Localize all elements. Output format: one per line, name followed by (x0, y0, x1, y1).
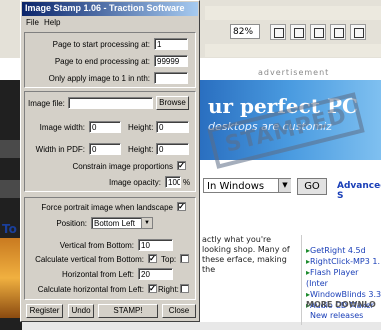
chevron-down-icon[interactable]: ▼ (141, 218, 152, 228)
opacity-unit: % (183, 178, 191, 187)
page-icon[interactable] (330, 24, 346, 40)
title-bar[interactable]: Image Stamp 1.06 - Traction Software (22, 2, 198, 16)
vertical-input[interactable]: 10 (138, 239, 173, 251)
image-file-input[interactable] (68, 97, 153, 109)
image-stamp-dialog: Image Stamp 1.06 - Traction Software Fil… (20, 0, 200, 322)
horizontal-label: Horizontal from Left: (61, 270, 134, 279)
toolbar-row (205, 44, 381, 57)
pdf-height-input[interactable]: 0 (156, 143, 189, 155)
nth-input[interactable] (154, 72, 188, 84)
image-file-label: Image file: (28, 99, 65, 108)
page-icon[interactable] (270, 24, 286, 40)
opacity-label: Image opacity: (108, 178, 161, 187)
position-value: Bottom Left (94, 219, 135, 228)
image-height-input[interactable]: 0 (156, 121, 189, 133)
constrain-label: Constrain image proportions (72, 162, 174, 171)
start-label: Page to start processing at: (52, 40, 150, 49)
zoom-field[interactable]: 82% (230, 24, 260, 39)
article-text: actly what you're looking shop. Many of … (202, 235, 290, 274)
page-icon[interactable] (350, 24, 366, 40)
end-label: Page to end processing at: (54, 57, 150, 66)
stamp-button[interactable]: STAMP! (98, 304, 158, 318)
opacity-input[interactable]: 100 (165, 176, 181, 188)
image-width-label: Image width: (39, 123, 85, 132)
image-panel: Image file: Browse Image width: 0 Height… (24, 91, 196, 192)
undo-button[interactable]: Undo (68, 304, 94, 318)
download-link[interactable]: GetRight 4.5d (306, 245, 381, 256)
toolbar-row (205, 6, 381, 20)
go-button[interactable]: GO (297, 178, 327, 195)
window-title: Image Stamp 1.06 - Traction Software (25, 3, 185, 13)
close-button[interactable]: Close (162, 304, 196, 318)
menu-help[interactable]: Help (44, 18, 60, 27)
calc-vertical-label: Calculate vertical from Bottom: (35, 255, 144, 264)
portrait-checkbox[interactable]: ✓ (177, 202, 186, 211)
right-checkbox[interactable] (180, 284, 189, 293)
left-photo (0, 238, 22, 318)
right-label: Right: (158, 285, 179, 294)
new-releases-link[interactable]: New releases (310, 311, 363, 320)
position-select[interactable]: Bottom Left ▼ (91, 217, 153, 229)
nth-label: Only apply image to 1 in nth: (48, 74, 150, 83)
calc-horizontal-checkbox[interactable]: ✓ (148, 284, 157, 293)
calc-horizontal-label: Calculate horizontal from Left: (37, 285, 144, 294)
page-icon[interactable] (310, 24, 326, 40)
divider (301, 235, 302, 325)
register-button[interactable]: Register (26, 304, 63, 318)
advanced-search-link[interactable]: Advanced S (337, 181, 381, 201)
end-page-input[interactable]: 99999 (154, 55, 188, 67)
image-width-input[interactable]: 0 (89, 121, 121, 133)
ad-label: advertisement (258, 68, 330, 77)
browse-button[interactable]: Browse (156, 96, 189, 110)
pdf-width-label: Width in PDF: (35, 145, 85, 154)
left-heading: To (2, 222, 17, 236)
menu-file[interactable]: File (26, 18, 39, 27)
more-downloads-heading: MORE DOWNLO (306, 300, 376, 309)
chevron-down-icon[interactable]: ▼ (278, 179, 291, 192)
top-label: Top: (161, 255, 177, 264)
top-checkbox[interactable] (180, 254, 189, 263)
vertical-label: Vertical from Bottom: (59, 241, 134, 250)
image-height-label: Height: (128, 123, 154, 132)
page-range-panel: Page to start processing at: 1 Page to e… (24, 32, 196, 88)
portrait-label: Force portrait image when landscape (41, 203, 173, 212)
pdf-height-label: Height: (128, 145, 154, 154)
calc-vertical-checkbox[interactable]: ✓ (148, 254, 157, 263)
start-page-input[interactable]: 1 (154, 38, 188, 50)
download-link[interactable]: RightClick-MP3 1. (306, 256, 381, 267)
constrain-checkbox[interactable]: ✓ (177, 161, 186, 170)
position-panel: Force portrait image when landscape ✓ Po… (24, 197, 196, 300)
download-link[interactable]: WindowBlinds 3.3 (306, 289, 381, 300)
download-link[interactable]: Flash Player (Inter (306, 267, 381, 289)
pdf-width-input[interactable]: 0 (89, 143, 121, 155)
menu-bar: File Help (22, 17, 198, 30)
page-icon[interactable] (290, 24, 306, 40)
position-label: Position: (56, 219, 87, 228)
horizontal-input[interactable]: 20 (138, 268, 173, 280)
